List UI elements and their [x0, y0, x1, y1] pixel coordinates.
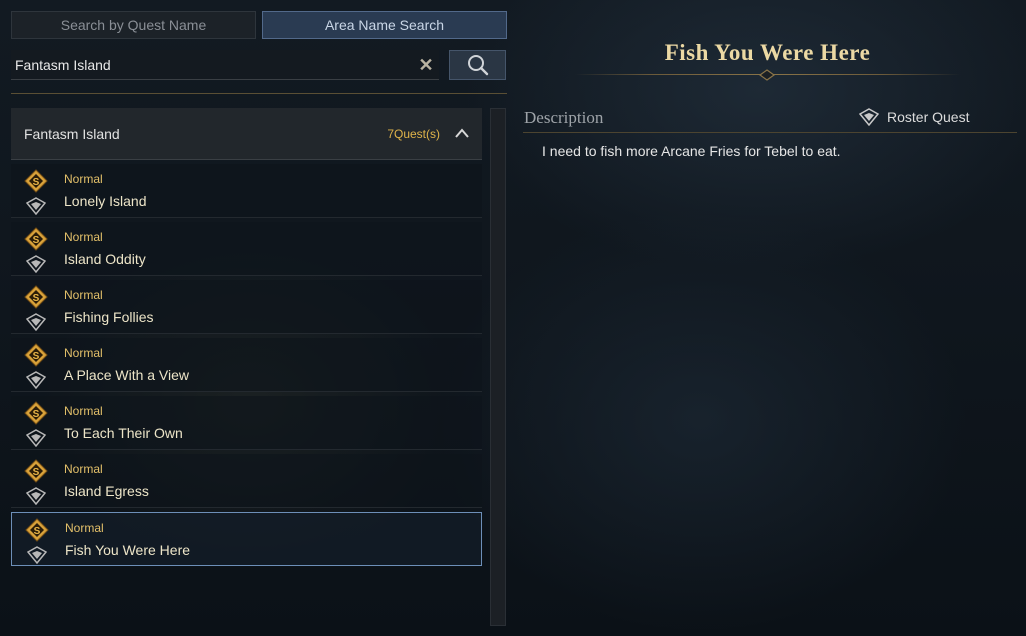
roster-quest-tag: Roster Quest [859, 108, 969, 126]
quest-list-item[interactable]: S Normal Fish You Were Here [11, 512, 482, 566]
normal-quest-icon: S [24, 169, 48, 193]
quest-list-item[interactable]: S Normal To Each Their Own [11, 396, 482, 450]
normal-quest-icon: S [24, 285, 48, 309]
search-button[interactable] [449, 50, 506, 80]
roster-icon [26, 371, 46, 389]
quest-list-item[interactable]: S Normal Lonely Island [11, 164, 482, 218]
scrollbar[interactable] [490, 108, 506, 626]
roster-icon [26, 313, 46, 331]
area-group-header[interactable]: Fantasm Island 7Quest(s) [11, 108, 482, 160]
description-label: Description [524, 108, 604, 127]
search-input[interactable] [11, 50, 439, 80]
ornament-icon [758, 69, 776, 81]
quest-list-item[interactable]: S Normal Island Oddity [11, 222, 482, 276]
quest-name: Island Oddity [64, 251, 146, 267]
quest-type-label: Normal [64, 172, 103, 186]
quest-type-label: Normal [64, 288, 103, 302]
normal-quest-icon: S [24, 459, 48, 483]
normal-quest-icon: S [24, 401, 48, 425]
svg-text:S: S [33, 293, 40, 304]
normal-quest-icon: S [24, 343, 48, 367]
svg-text:S: S [33, 409, 40, 420]
roster-icon [26, 197, 46, 215]
tab-area-name-search[interactable]: Area Name Search [262, 11, 507, 39]
roster-icon [26, 255, 46, 273]
quest-list-item[interactable]: S Normal Fishing Follies [11, 280, 482, 334]
description-header: Description Roster Quest [523, 104, 1017, 133]
quest-name: Fish You Were Here [65, 542, 191, 558]
roster-icon [26, 429, 46, 447]
normal-quest-icon: S [25, 518, 49, 542]
quest-list-item[interactable]: S Normal Island Egress [11, 454, 482, 508]
roster-icon [859, 108, 879, 126]
quest-type-label: Normal [64, 404, 103, 418]
quest-name: Island Egress [64, 483, 149, 499]
svg-text:S: S [33, 235, 40, 246]
roster-icon [27, 546, 47, 564]
svg-text:S: S [34, 526, 41, 537]
close-icon[interactable]: ✕ [415, 54, 437, 76]
quest-type-label: Normal [65, 521, 104, 535]
normal-quest-icon: S [24, 227, 48, 251]
roster-quest-label: Roster Quest [887, 109, 970, 125]
divider [11, 93, 507, 94]
chevron-up-icon [454, 125, 470, 143]
quest-type-label: Normal [64, 346, 103, 360]
area-group-title: Fantasm Island [24, 125, 120, 142]
roster-icon [26, 487, 46, 505]
search-row: ✕ [11, 50, 507, 82]
search-mode-tabs: Search by Quest Name Area Name Search [11, 11, 507, 39]
quest-count: 7Quest(s) [387, 126, 440, 141]
svg-text:S: S [33, 177, 40, 188]
search-icon [467, 55, 488, 76]
quest-name: Fishing Follies [64, 309, 154, 325]
quest-name: Lonely Island [64, 193, 147, 209]
quest-title-area: Fish You Were Here [575, 30, 960, 90]
quest-type-label: Normal [64, 230, 103, 244]
quest-type-label: Normal [64, 462, 103, 476]
quest-list: S Normal Lonely Island S Normal Island Oddity… [11, 164, 482, 570]
quest-name: To Each Their Own [64, 425, 183, 441]
tab-search-by-quest-name[interactable]: Search by Quest Name [11, 11, 256, 39]
svg-text:S: S [33, 351, 40, 362]
quest-title: Fish You Were Here [664, 40, 871, 65]
quest-name: A Place With a View [64, 367, 190, 383]
quest-description: I need to fish more Arcane Fries for Teb… [542, 143, 841, 159]
quest-list-item[interactable]: S Normal A Place With a View [11, 338, 482, 392]
svg-text:S: S [33, 467, 40, 478]
